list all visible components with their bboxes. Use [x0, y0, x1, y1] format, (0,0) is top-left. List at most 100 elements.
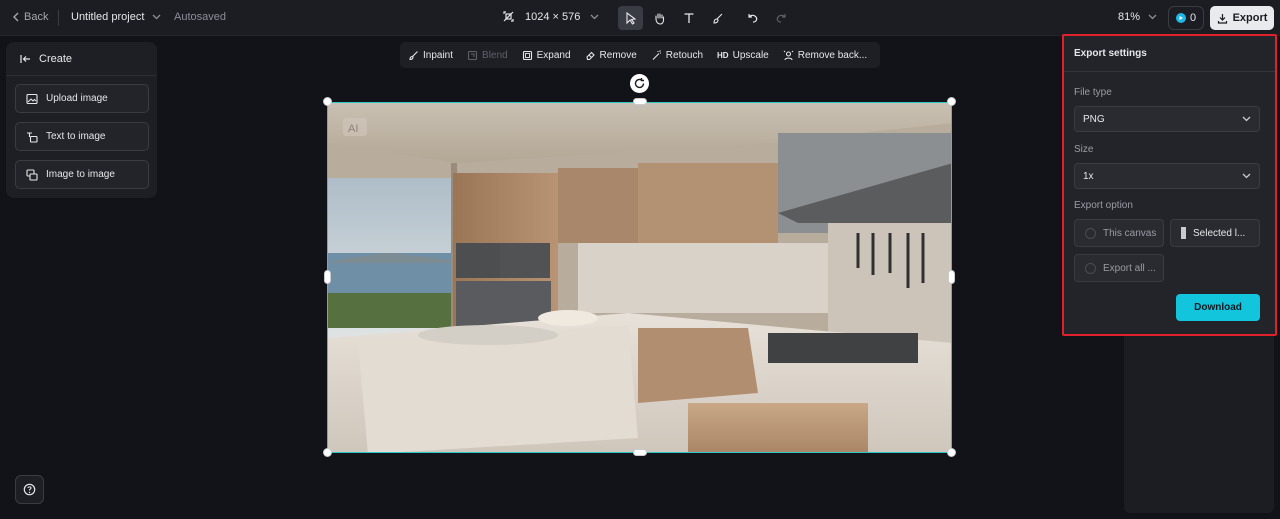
- zoom-dropdown[interactable]: 81%: [1118, 11, 1157, 23]
- project-name: Untitled project: [71, 11, 145, 23]
- download-icon: [1217, 13, 1227, 24]
- text-to-image-button[interactable]: Text to image: [15, 122, 149, 151]
- export-settings-title: Export settings: [1074, 48, 1147, 59]
- export-option-this-canvas[interactable]: This canvas: [1074, 219, 1164, 247]
- upscale-label: Upscale: [732, 49, 769, 61]
- resize-handle-left[interactable]: [324, 270, 331, 284]
- export-all-label: Export all ...: [1103, 262, 1156, 274]
- resize-handle-top-left[interactable]: [323, 97, 332, 106]
- blend-button[interactable]: Blend: [467, 50, 508, 61]
- expand-icon: [522, 50, 532, 60]
- magic-wand-icon: [652, 49, 661, 60]
- credit-icon: [1175, 13, 1186, 23]
- divider: [1064, 71, 1275, 72]
- this-canvas-label: This canvas: [1103, 227, 1157, 239]
- help-button[interactable]: [15, 475, 44, 504]
- resize-handle-top-right[interactable]: [947, 97, 956, 106]
- upscale-button[interactable]: HD Upscale: [717, 50, 769, 61]
- image-to-image-button[interactable]: Image to image: [15, 160, 149, 189]
- credits-count: 0: [1189, 12, 1197, 24]
- blend-icon: [467, 50, 478, 60]
- size-select[interactable]: 1x: [1074, 163, 1260, 189]
- export-option-export-all[interactable]: Export all ...: [1074, 254, 1164, 282]
- image-to-image-icon: [26, 168, 38, 181]
- create-panel: Create Upload image Text to image Image …: [6, 42, 157, 198]
- canvas-size-dropdown[interactable]: 1024 × 576: [502, 10, 599, 23]
- file-type-select[interactable]: PNG: [1074, 106, 1260, 132]
- selected-layer-icon: [1181, 227, 1186, 239]
- brush-icon: [713, 13, 723, 24]
- resize-handle-bottom-right[interactable]: [947, 448, 956, 457]
- export-option-label: Export option: [1074, 200, 1133, 211]
- resize-handle-bottom-left[interactable]: [323, 448, 332, 457]
- file-type-value: PNG: [1083, 113, 1105, 125]
- resize-icon: [503, 11, 514, 22]
- size-label: Size: [1074, 144, 1094, 155]
- retouch-button[interactable]: Retouch: [651, 50, 703, 61]
- upload-image-icon: [26, 93, 38, 104]
- brush-tool[interactable]: [705, 6, 730, 30]
- redo-button[interactable]: [769, 6, 794, 30]
- hd-badge: HD: [717, 50, 729, 60]
- text-icon: [684, 13, 693, 23]
- eraser-icon: [585, 51, 595, 60]
- chevron-down-icon: [152, 14, 161, 20]
- retouch-label: Retouch: [665, 49, 704, 61]
- export-settings-panel: Export settings File type PNG Size 1x Ex…: [1062, 34, 1277, 336]
- upload-image-button[interactable]: Upload image: [15, 84, 149, 113]
- save-status: Autosaved: [174, 11, 226, 23]
- resize-handle-top[interactable]: [633, 98, 647, 105]
- tool-group: [618, 6, 730, 30]
- cursor-icon: [625, 11, 636, 25]
- remove-background-icon: [783, 50, 794, 60]
- resize-handle-right[interactable]: [948, 270, 955, 284]
- chevron-down-icon: [1242, 173, 1251, 179]
- text-to-image-label: Text to image: [46, 131, 106, 142]
- chevron-left-icon: [13, 12, 19, 22]
- undo-icon: [748, 14, 758, 23]
- redo-icon: [776, 14, 786, 23]
- ai-watermark: AI: [348, 123, 358, 135]
- help-icon: [23, 483, 36, 496]
- rotate-icon: [634, 78, 645, 89]
- credits-button[interactable]: 0: [1168, 6, 1204, 30]
- size-value: 1x: [1083, 170, 1094, 182]
- inpaint-button[interactable]: Inpaint: [408, 50, 453, 61]
- hand-tool[interactable]: [647, 6, 672, 30]
- collapse-left-icon: [20, 54, 30, 63]
- project-name-dropdown[interactable]: Untitled project: [71, 11, 161, 23]
- remove-button[interactable]: Remove: [585, 50, 637, 61]
- blend-label: Blend: [482, 49, 508, 61]
- back-button[interactable]: Back: [12, 11, 48, 23]
- download-button[interactable]: Download: [1176, 294, 1260, 321]
- kitchen-image: AI: [328, 103, 951, 452]
- create-panel-header[interactable]: Create: [6, 42, 157, 76]
- divider: [58, 10, 59, 26]
- file-type-label: File type: [1074, 87, 1112, 98]
- select-tool[interactable]: [618, 6, 643, 30]
- export-label: Export: [1232, 12, 1268, 24]
- rotate-handle[interactable]: [630, 74, 649, 93]
- export-button[interactable]: Export: [1210, 6, 1274, 30]
- undo-button[interactable]: [740, 6, 765, 30]
- remove-label: Remove: [599, 49, 637, 61]
- export-option-selected-layers[interactable]: Selected l...: [1170, 219, 1260, 247]
- expand-button[interactable]: Expand: [522, 50, 571, 61]
- text-tool[interactable]: [676, 6, 701, 30]
- radio-icon: [1085, 262, 1096, 274]
- upload-image-label: Upload image: [46, 93, 108, 104]
- inpaint-icon: [409, 50, 418, 60]
- chevron-down-icon: [1148, 14, 1157, 20]
- text-to-image-icon: [27, 131, 38, 143]
- canvas-image[interactable]: AI: [327, 102, 952, 453]
- remove-background-button[interactable]: Remove back...: [783, 50, 867, 61]
- chevron-down-icon: [590, 14, 599, 19]
- image-to-image-label: Image to image: [46, 169, 115, 180]
- resize-handle-bottom[interactable]: [633, 449, 647, 456]
- top-bar: Back Untitled project Autosaved 1024 × 5…: [0, 0, 1280, 36]
- canvas-toolbar: Inpaint Blend Expand Remove Retouch HD U…: [400, 42, 880, 68]
- expand-label: Expand: [536, 49, 571, 61]
- selected-layers-label: Selected l...: [1193, 227, 1246, 239]
- chevron-down-icon: [1242, 116, 1251, 122]
- history-group: [740, 6, 794, 30]
